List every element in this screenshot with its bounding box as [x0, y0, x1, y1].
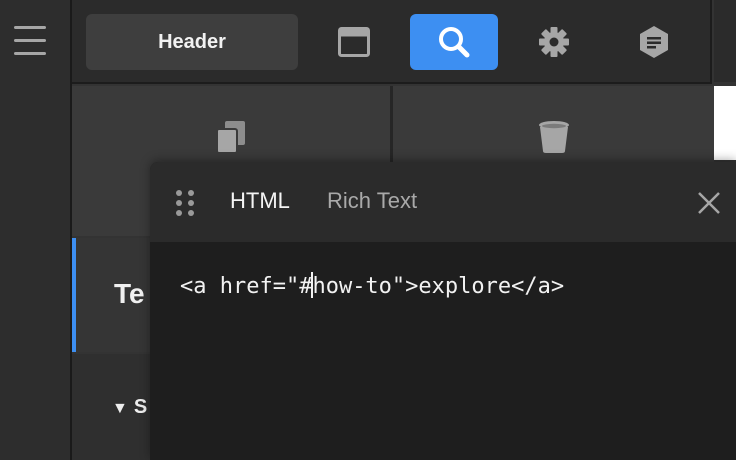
window-layout-icon[interactable] [310, 14, 398, 70]
layer-item-section[interactable]: ▼ S [72, 354, 162, 460]
canvas-preview-edge [714, 86, 736, 160]
toolbar-edge [714, 0, 736, 82]
code-panel-header: HTML Rich Text [150, 162, 736, 242]
close-icon[interactable] [696, 190, 722, 216]
hamburger-menu-icon[interactable] [14, 26, 46, 56]
layer-item-label: Te [114, 278, 145, 309]
layer-item-section-label: ▼ S [112, 396, 148, 418]
code-text-after-caret: how-to">explore</a> [312, 274, 565, 299]
html-code-input[interactable]: <a href="#how-to">explore</a> [180, 272, 564, 299]
gear-icon[interactable] [510, 14, 598, 70]
tab-html[interactable]: HTML [230, 188, 290, 214]
search-icon[interactable] [410, 14, 498, 70]
drag-handle-icon[interactable] [176, 190, 198, 216]
top-toolbar: Header [72, 0, 712, 84]
code-text-before-caret: <a href="# [180, 274, 313, 299]
document-hexagon-icon[interactable] [610, 14, 698, 70]
left-rail [0, 0, 72, 460]
tab-rich-text[interactable]: Rich Text [327, 188, 417, 214]
expand-arrow-icon[interactable]: ▼ [112, 400, 128, 417]
code-editor-panel: HTML Rich Text <a href="#how-to">explore… [150, 162, 736, 460]
header-button[interactable]: Header [86, 14, 298, 70]
